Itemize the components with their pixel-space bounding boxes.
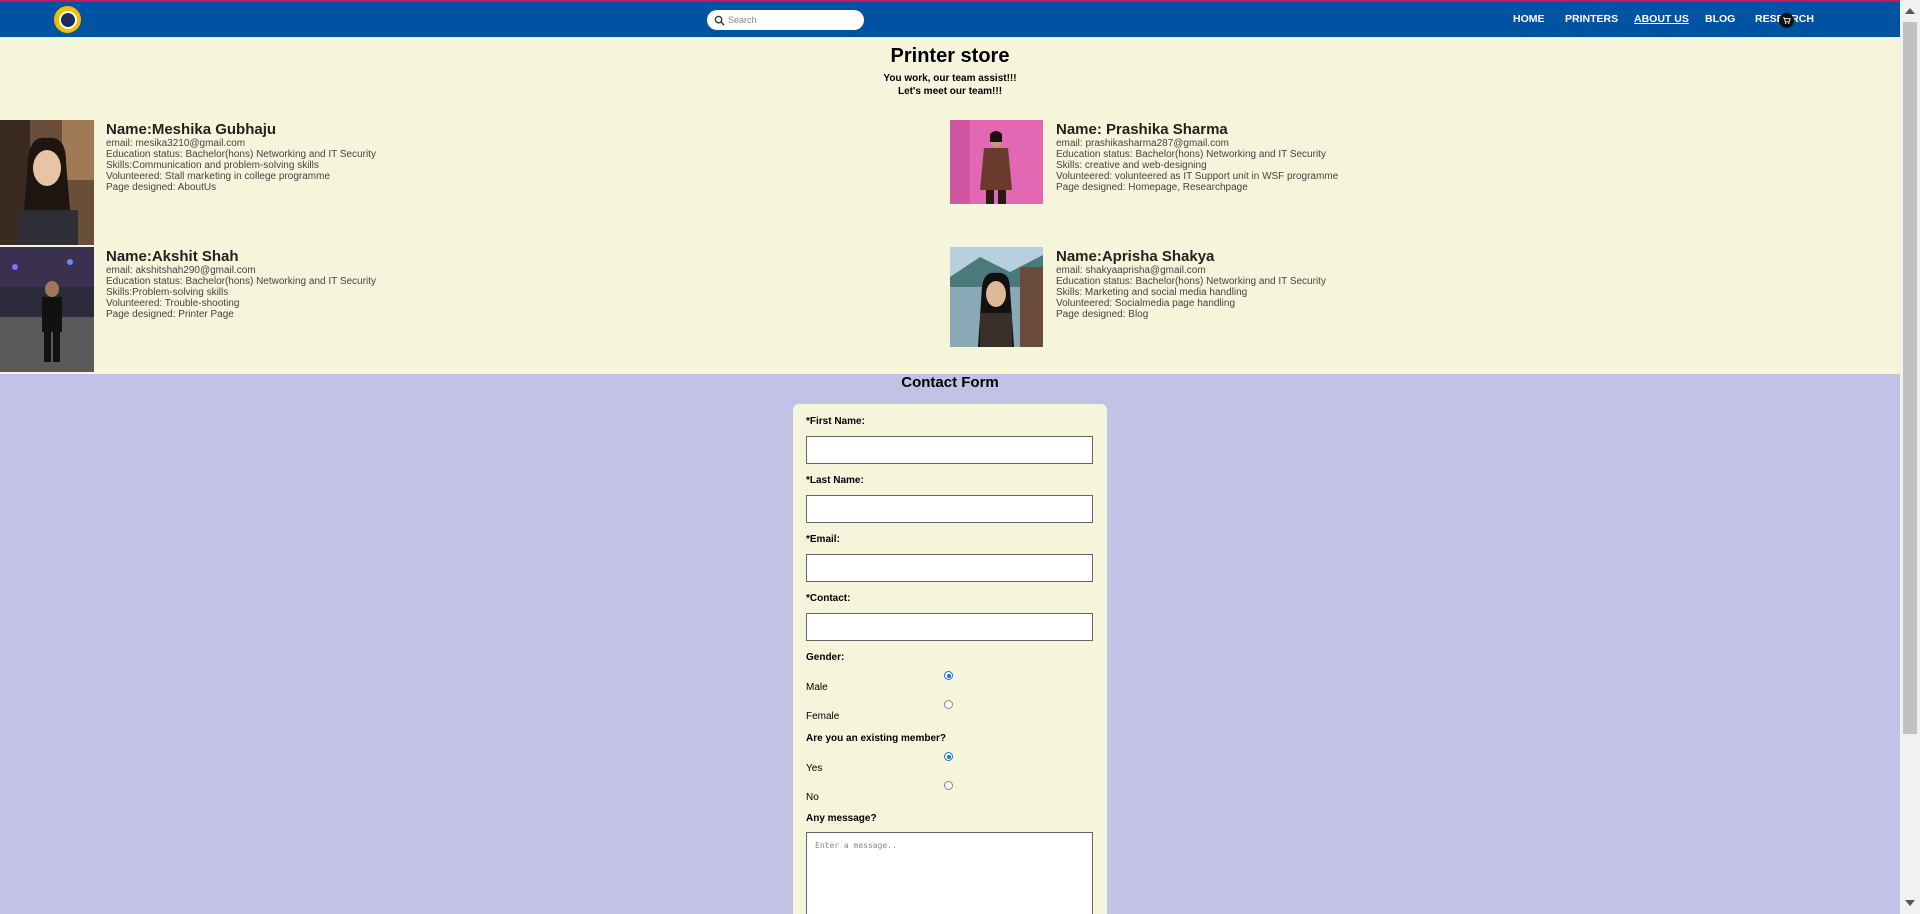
member-education: Education status: Bachelor(hons) Network… xyxy=(106,149,376,160)
member-volunteered: Volunteered: Socialmedia page handling xyxy=(1056,298,1236,309)
member-photo-aprisha xyxy=(950,247,1043,347)
member-name: Name:Meshika Gubhaju xyxy=(106,121,277,138)
member-volunteered: Volunteered: volunteered as IT Support u… xyxy=(1056,171,1339,182)
gender-male-label: Male xyxy=(806,682,828,693)
scroll-down-arrow-icon[interactable] xyxy=(1905,900,1915,906)
member-email: email: mesika3210@gmail.com xyxy=(106,138,246,149)
gender-male-radio[interactable] xyxy=(944,671,953,680)
member-email: email: prashikasharma287@gmail.com xyxy=(1056,138,1229,149)
member-photo-prashika xyxy=(950,120,1043,204)
contact-input[interactable] xyxy=(806,613,1093,641)
member-name: Name:Akshit Shah xyxy=(106,248,239,265)
contact-label: *Contact: xyxy=(806,593,851,604)
member-page: Page designed: Homepage, Researchpage xyxy=(1056,182,1248,193)
member-yes-radio[interactable] xyxy=(944,752,953,761)
member-volunteered: Volunteered: Stall marketing in college … xyxy=(106,171,331,182)
member-skills: Skills:Communication and problem-solving… xyxy=(106,160,319,171)
member-page: Page designed: Blog xyxy=(1056,309,1149,320)
member-education: Education status: Bachelor(hons) Network… xyxy=(106,276,376,287)
member-volunteered: Volunteered: Trouble-shooting xyxy=(106,298,240,309)
team-section: Printer store You work, our team assist!… xyxy=(0,37,1900,374)
contact-form-title: Contact Form xyxy=(901,374,999,391)
first-name-input[interactable] xyxy=(806,436,1093,464)
cart-icon[interactable] xyxy=(1779,13,1794,28)
nav-home[interactable]: HOME xyxy=(1513,13,1545,25)
scrollbar[interactable] xyxy=(1900,0,1920,914)
message-label: Any message? xyxy=(806,813,877,824)
member-photo-meshika xyxy=(0,120,94,245)
tagline-2: Let's meet our team!!! xyxy=(897,86,1003,97)
member-skills: Skills:Problem-solving skills xyxy=(106,287,229,298)
navbar: Search HOME PRINTERS ABOUT US BLOG RESEA… xyxy=(0,0,1900,37)
nav-blog[interactable]: BLOG xyxy=(1705,13,1735,25)
member-no-radio[interactable] xyxy=(944,781,953,790)
last-name-label: *Last Name: xyxy=(806,475,864,486)
scroll-up-arrow-icon[interactable] xyxy=(1905,8,1915,14)
member-education: Education status: Bachelor(hons) Network… xyxy=(1056,276,1326,287)
member-name: Name:Aprisha Shakya xyxy=(1056,248,1215,265)
member-skills: Skills: creative and web-designing xyxy=(1056,160,1207,171)
member-education: Education status: Bachelor(hons) Network… xyxy=(1056,149,1326,160)
gender-female-radio[interactable] xyxy=(944,700,953,709)
member-email: email: akshitshah290@gmail.com xyxy=(106,265,256,276)
member-no-label: No xyxy=(806,792,819,803)
member-question-label: Are you an existing member? xyxy=(806,733,947,744)
last-name-input[interactable] xyxy=(806,495,1093,523)
tagline-1: You work, our team assist!!! xyxy=(883,73,1017,84)
member-page: Page designed: AboutUs xyxy=(106,182,217,193)
page-title: Printer store xyxy=(890,45,1010,67)
email-input[interactable] xyxy=(806,554,1093,582)
gender-label: Gender: xyxy=(806,652,845,663)
nav-about-us[interactable]: ABOUT US xyxy=(1634,13,1689,25)
nav-printers[interactable]: PRINTERS xyxy=(1565,13,1618,25)
gender-female-label: Female xyxy=(806,711,840,722)
email-label: *Email: xyxy=(806,534,840,545)
member-photo-akshit xyxy=(0,247,94,372)
scrollbar-thumb[interactable] xyxy=(1903,22,1917,734)
contact-form: *First Name: *Last Name: *Email: *Contac… xyxy=(793,404,1107,914)
first-name-label: *First Name: xyxy=(806,416,865,427)
member-page: Page designed: Printer Page xyxy=(106,309,234,320)
member-yes-label: Yes xyxy=(806,763,823,774)
member-email: email: shakyaaprisha@gmail.com xyxy=(1056,265,1206,276)
message-textarea[interactable]: Enter a message.. xyxy=(806,832,1093,914)
member-skills: Skills: Marketing and social media handl… xyxy=(1056,287,1248,298)
member-name: Name: Prashika Sharma xyxy=(1056,121,1228,138)
